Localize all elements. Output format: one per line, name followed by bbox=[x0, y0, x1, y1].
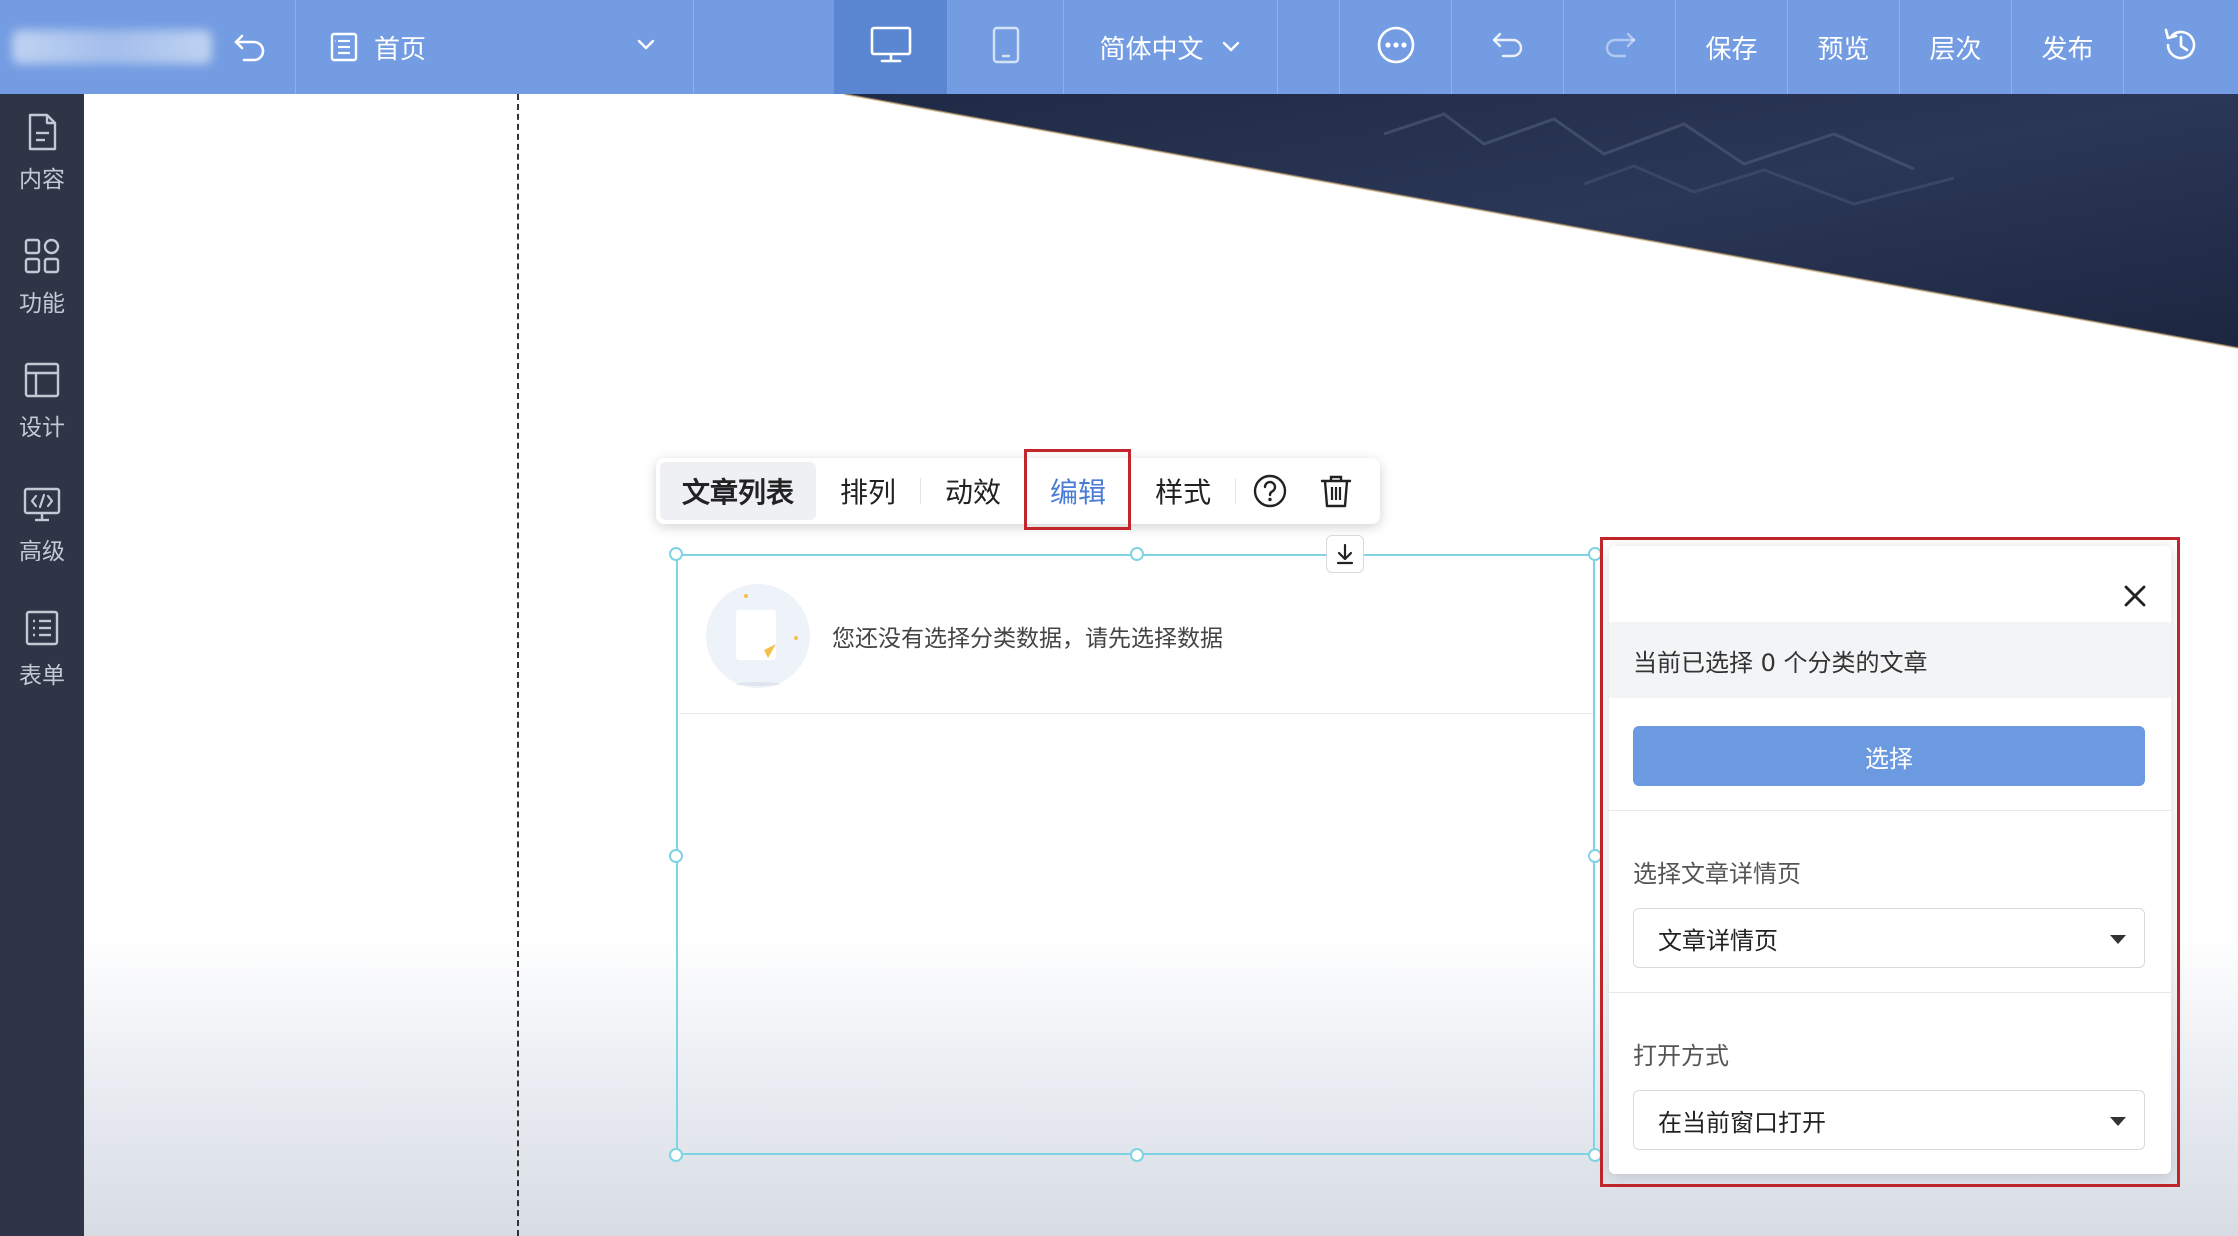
list-icon bbox=[25, 610, 59, 646]
site-area bbox=[0, 0, 296, 94]
resize-handle-top-left[interactable] bbox=[669, 547, 683, 561]
spacer bbox=[1278, 0, 1340, 94]
open-mode-dropdown[interactable]: 在当前窗口打开 bbox=[1633, 1090, 2145, 1150]
empty-document-icon bbox=[706, 583, 810, 688]
highlight-box-edit bbox=[1024, 449, 1131, 530]
detail-page-value: 文章详情页 bbox=[1658, 926, 1778, 955]
detail-page-dropdown[interactable]: 文章详情页 bbox=[1633, 908, 2145, 968]
sidebar-item-design[interactable]: 设计 bbox=[0, 342, 84, 452]
module-title[interactable]: 文章列表 bbox=[660, 462, 817, 520]
sidebar-item-label: 功能 bbox=[19, 291, 65, 317]
publish-button[interactable]: 发布 bbox=[2012, 0, 2124, 94]
save-button[interactable]: 保存 bbox=[1676, 0, 1788, 94]
delete-button[interactable] bbox=[1304, 462, 1368, 520]
page-selector[interactable]: 首页 bbox=[296, 0, 694, 94]
layout-guide-line bbox=[517, 94, 519, 1236]
site-name-blurred bbox=[12, 30, 212, 64]
language-label: 简体中文 bbox=[1099, 34, 1204, 65]
caret-down-icon bbox=[2110, 1117, 2126, 1126]
more-button[interactable] bbox=[1340, 0, 1452, 94]
tab-arrange[interactable]: 排列 bbox=[816, 462, 920, 520]
empty-state-message: 您还没有选择分类数据，请先选择数据 bbox=[832, 625, 1223, 652]
page-icon bbox=[328, 31, 360, 63]
sidebar-item-label: 内容 bbox=[19, 167, 65, 193]
sidebar-item-functions[interactable]: 功能 bbox=[0, 218, 84, 328]
desktop-view-button[interactable] bbox=[834, 0, 948, 94]
mobile-view-button[interactable] bbox=[948, 0, 1064, 94]
chevron-down-icon bbox=[635, 34, 657, 60]
resize-handle-top[interactable] bbox=[1130, 547, 1144, 561]
banner-mountain-background bbox=[843, 94, 2238, 349]
preview-button[interactable]: 预览 bbox=[1788, 0, 1900, 94]
redo-icon bbox=[1601, 28, 1639, 66]
redo-button[interactable] bbox=[1564, 0, 1676, 94]
help-button[interactable] bbox=[1236, 462, 1304, 520]
layers-label: 层次 bbox=[1929, 34, 1982, 65]
help-icon bbox=[1253, 474, 1287, 508]
divider bbox=[1609, 810, 2171, 811]
open-mode-label: 打开方式 bbox=[1633, 1042, 1729, 1070]
page-selector-label: 首页 bbox=[374, 34, 427, 65]
publish-label: 发布 bbox=[2041, 34, 2094, 65]
article-list-module[interactable]: 您还没有选择分类数据，请先选择数据 bbox=[676, 554, 1595, 1155]
edit-panel: 当前已选择 0 个分类的文章 选择 选择文章详情页 文章详情页 打开方式 在当前… bbox=[1609, 546, 2171, 1174]
code-monitor-icon bbox=[23, 487, 61, 522]
left-sidebar: 内容 功能 设计 高级 表单 bbox=[0, 94, 84, 1236]
download-icon bbox=[1336, 543, 1354, 565]
tablet-icon bbox=[990, 25, 1022, 69]
chevron-down-icon bbox=[1220, 36, 1242, 58]
download-button[interactable] bbox=[1326, 535, 1364, 573]
more-icon bbox=[1376, 25, 1416, 69]
sidebar-item-label: 表单 bbox=[19, 663, 65, 689]
module-toolbar: 文章列表 排列 动效 编辑 样式 bbox=[656, 458, 1380, 524]
empty-state-row: 您还没有选择分类数据，请先选择数据 bbox=[680, 558, 1593, 714]
top-toolbar: 首页 简体中文 保存 预览 层次 发布 bbox=[0, 0, 2238, 94]
sidebar-item-content[interactable]: 内容 bbox=[0, 94, 84, 204]
back-arrow-icon[interactable] bbox=[232, 28, 268, 68]
layers-button[interactable]: 层次 bbox=[1900, 0, 2012, 94]
tab-animation[interactable]: 动效 bbox=[921, 462, 1025, 520]
sidebar-item-advanced[interactable]: 高级 bbox=[0, 466, 84, 576]
preview-label: 预览 bbox=[1817, 34, 1870, 65]
trash-icon bbox=[1320, 475, 1352, 508]
caret-down-icon bbox=[2110, 935, 2126, 944]
close-button[interactable] bbox=[2117, 578, 2153, 614]
sidebar-item-forms[interactable]: 表单 bbox=[0, 590, 84, 700]
select-category-button[interactable]: 选择 bbox=[1633, 726, 2145, 786]
resize-handle-bottom-left[interactable] bbox=[669, 1148, 683, 1162]
tab-style[interactable]: 样式 bbox=[1131, 462, 1235, 520]
sidebar-item-label: 设计 bbox=[19, 415, 65, 441]
sidebar-item-label: 高级 bbox=[19, 539, 65, 565]
grid-icon bbox=[24, 238, 60, 274]
file-icon bbox=[28, 113, 57, 151]
history-button[interactable] bbox=[2124, 0, 2238, 94]
selection-status: 当前已选择 0 个分类的文章 bbox=[1609, 622, 2171, 698]
history-icon bbox=[2160, 24, 2202, 70]
layout-icon bbox=[24, 362, 60, 398]
save-label: 保存 bbox=[1705, 34, 1758, 65]
resize-handle-bottom[interactable] bbox=[1130, 1148, 1144, 1162]
close-icon bbox=[2124, 585, 2146, 607]
divider bbox=[1609, 992, 2171, 993]
language-selector[interactable]: 简体中文 bbox=[1064, 0, 1278, 94]
desktop-icon bbox=[869, 25, 913, 69]
undo-button[interactable] bbox=[1452, 0, 1564, 94]
undo-icon bbox=[1489, 28, 1527, 66]
resize-handle-left[interactable] bbox=[669, 849, 683, 863]
open-mode-value: 在当前窗口打开 bbox=[1658, 1108, 1826, 1137]
detail-page-label: 选择文章详情页 bbox=[1633, 860, 1801, 888]
